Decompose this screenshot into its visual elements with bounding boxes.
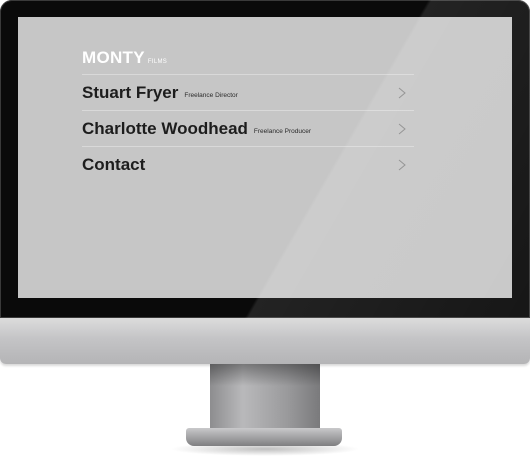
menu-item-name: Charlotte Woodhead [82,118,248,138]
stand-shadow [210,364,320,386]
chevron-right-icon [398,123,406,134]
menu-item-name: Contact [82,154,146,174]
menu-item-role: Freelance Producer [253,127,312,135]
chevron-right-icon [398,87,406,98]
menu-item-contact[interactable]: Contact [82,146,414,182]
menu-item-role: Freelance Director [184,91,238,99]
menu-item-stuart-fryer[interactable]: Stuart Fryer Freelance Director [82,74,414,110]
brand-name: MONTY [82,48,145,67]
menu-item-charlotte-woodhead[interactable]: Charlotte Woodhead Freelance Producer [82,110,414,146]
site-logo[interactable]: MONTY FILMS [82,48,167,68]
monitor-chin [0,318,530,364]
main-menu: Stuart Fryer Freelance Director Charlott… [82,74,414,182]
brand-suffix: FILMS [147,59,168,65]
chevron-right-icon [398,159,406,170]
monitor-stand-base [186,428,342,446]
menu-item-name: Stuart Fryer [82,82,179,102]
